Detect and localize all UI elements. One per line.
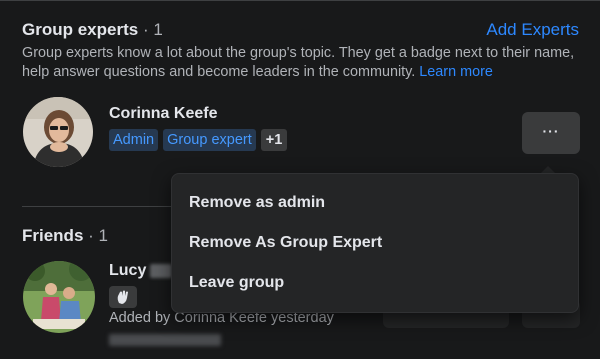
remove-as-group-expert-item[interactable]: Remove As Group Expert [172,223,578,263]
expert-badges: Admin Group expert +1 [109,129,288,151]
expert-name[interactable]: Corinna Keefe [109,105,217,123]
friends-count: · 1 [88,226,108,245]
group-experts-description: Group experts know a lot about the group… [22,44,582,82]
avatar[interactable] [23,97,93,167]
group-experts-heading: Group experts · 1 [22,20,163,40]
friend-avatar[interactable] [23,261,95,333]
top-divider [0,0,600,1]
friend-name[interactable]: Lucy [109,262,146,280]
group-expert-badge[interactable]: Group expert [163,129,256,151]
friends-title: Friends [22,226,84,245]
admin-badge[interactable]: Admin [109,129,159,151]
group-experts-count: · 1 [142,20,163,39]
add-experts-link[interactable]: Add Experts [486,20,579,40]
more-dots-icon: ··· [542,122,560,139]
group-experts-title: Group experts [22,20,139,39]
leave-group-item[interactable]: Leave group [172,263,578,303]
friends-heading: Friends · 1 [22,226,108,246]
member-options-button[interactable]: ··· [522,112,580,154]
redacted-surname [150,264,173,278]
remove-as-admin-item[interactable]: Remove as admin [172,183,578,223]
wave-hand-icon [117,290,128,304]
redacted-subtext [109,334,221,346]
member-options-menu: Remove as admin Remove As Group Expert L… [171,173,579,313]
learn-more-link[interactable]: Learn more [419,64,493,80]
section-divider [22,206,172,207]
more-badges-count[interactable]: +1 [260,129,288,151]
wave-button[interactable] [109,286,137,308]
friend-name-row: Lucy [109,262,173,280]
